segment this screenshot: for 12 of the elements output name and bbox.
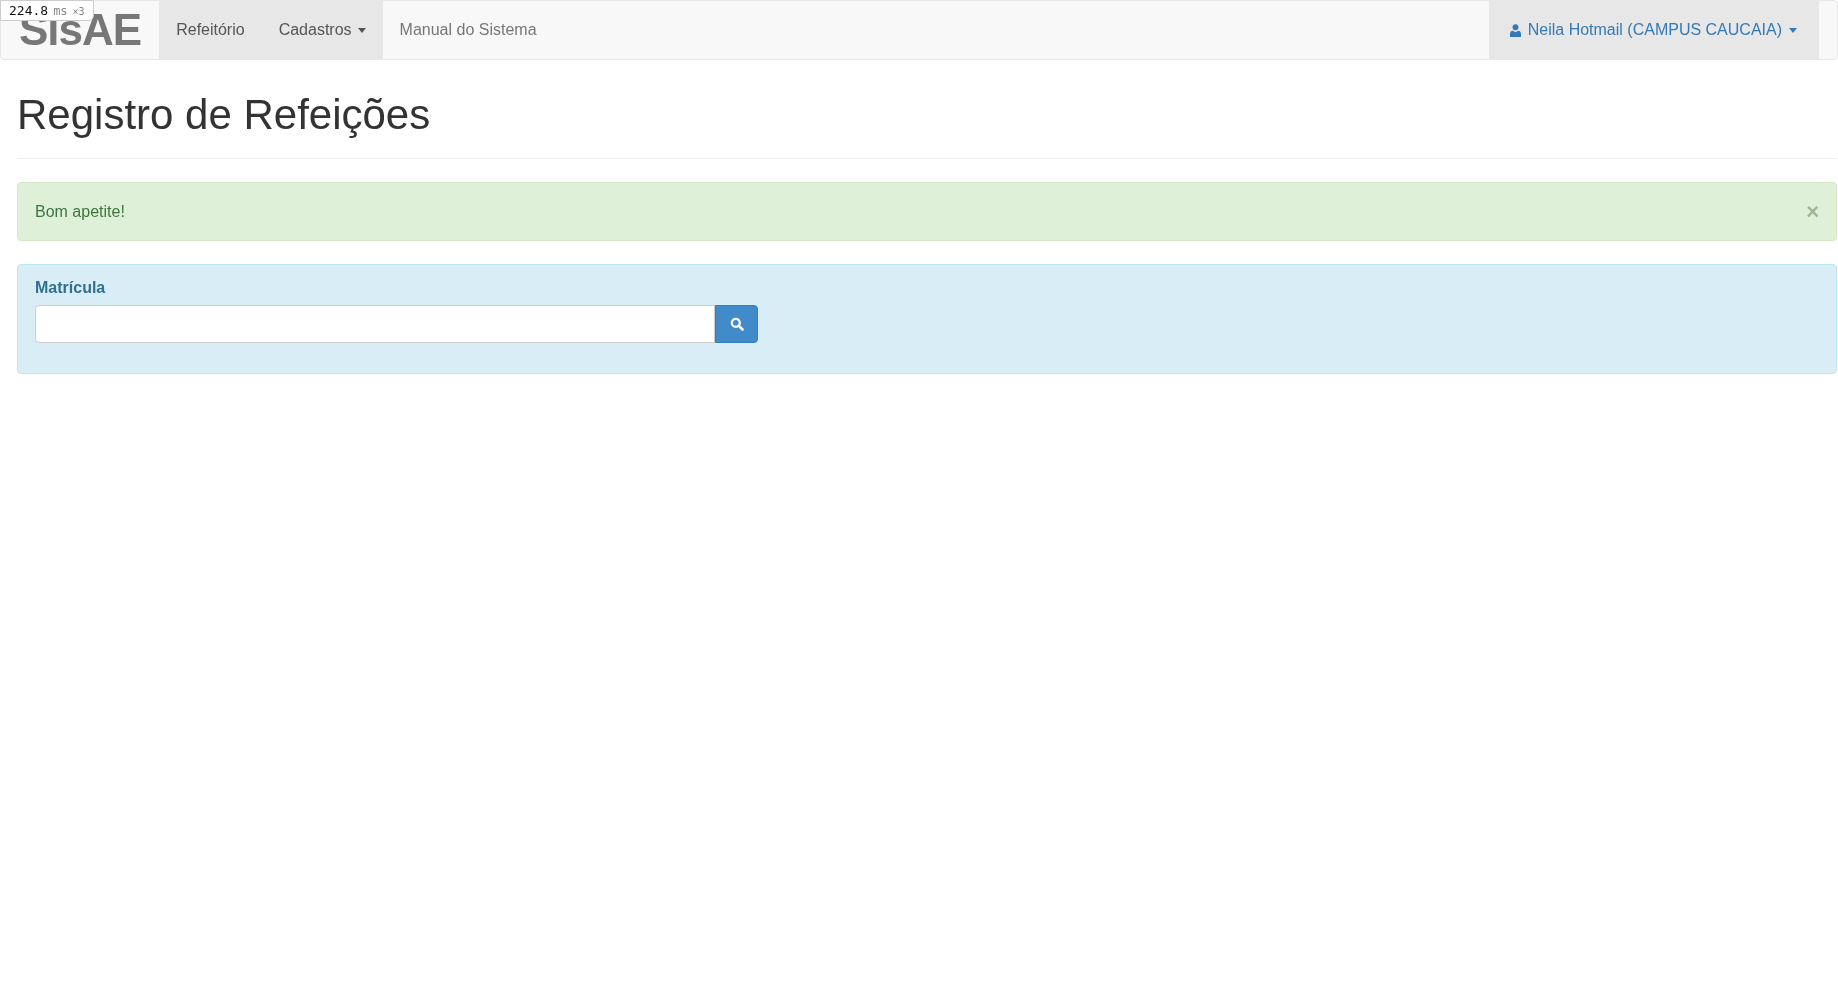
search-button[interactable] [715, 305, 758, 344]
user-icon [1509, 23, 1521, 37]
nav-item[interactable]: Refeitório [159, 1, 262, 59]
user-menu[interactable]: Neila Hotmail (CAMPUS CAUCAIA) [1488, 1, 1819, 59]
page-title: Registro de Refeições [17, 92, 432, 139]
alert-message: Bom apetite! [35, 202, 125, 221]
search-icon [729, 317, 744, 332]
nav-item[interactable]: Cadastros [261, 1, 383, 59]
registration-input[interactable] [35, 305, 715, 344]
field-label: Matrícula [35, 279, 107, 298]
caret-icon [1789, 27, 1797, 33]
nav-item[interactable]: Manual do Sistema [382, 1, 554, 59]
